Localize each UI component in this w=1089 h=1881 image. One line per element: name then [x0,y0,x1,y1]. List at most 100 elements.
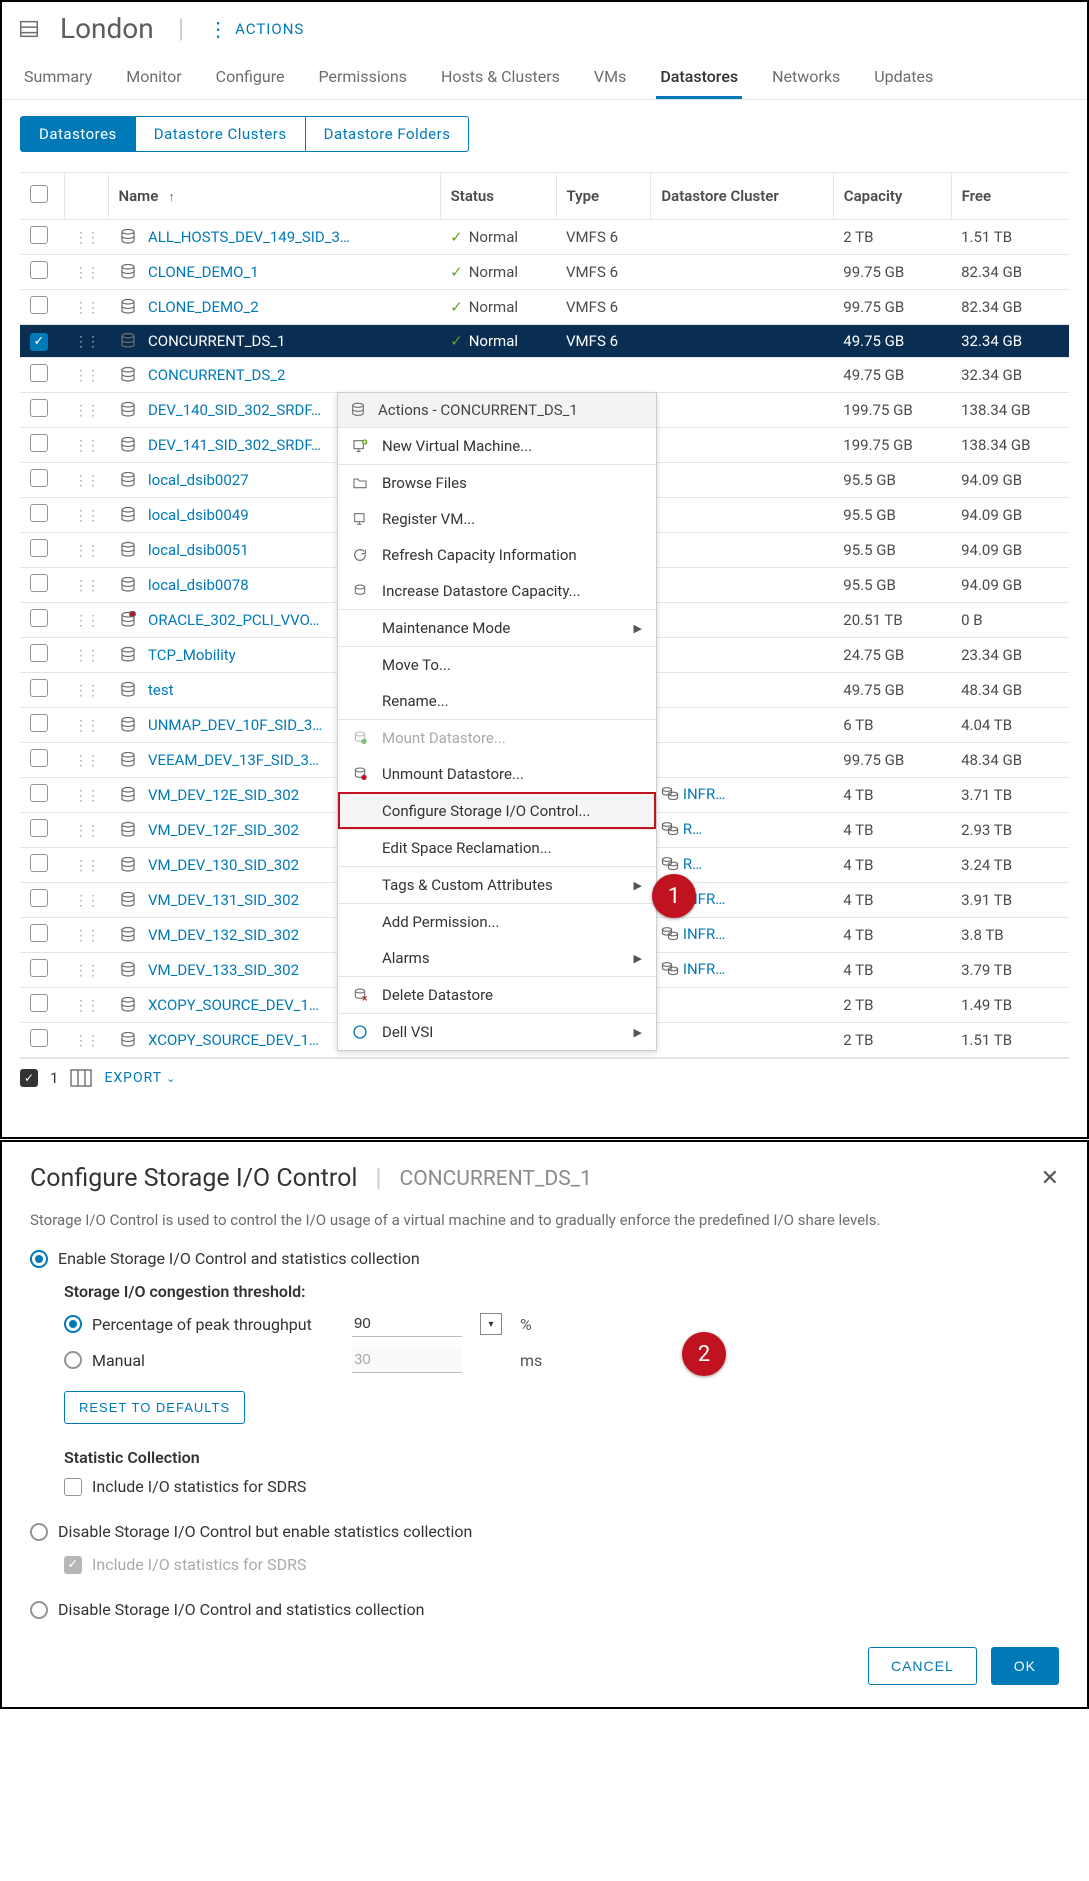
tab-hosts-clusters[interactable]: Hosts & Clusters [437,61,564,99]
row-checkbox[interactable] [30,644,48,662]
table-row[interactable]: ⋮⋮CLONE_DEMO_1✓NormalVMFS 699.75 GB82.34… [20,255,1069,290]
row-checkbox[interactable] [30,261,48,279]
actions-menu[interactable]: ⋮ ACTIONS [208,20,304,38]
drag-handle-icon[interactable]: ⋮⋮ [74,265,98,281]
subtab-datastore-folders[interactable]: Datastore Folders [306,116,470,152]
radio-threshold-manual[interactable] [64,1351,82,1369]
ctx-item-edit-space-reclamation[interactable]: Edit Space Reclamation... [338,829,656,866]
pct-input[interactable] [352,1311,462,1337]
row-checkbox[interactable] [30,994,48,1012]
ctx-item-configure-storage-i-o-control[interactable]: Configure Storage I/O Control... [338,792,656,829]
row-checkbox[interactable] [30,679,48,697]
datastore-link[interactable]: XCOPY_SOURCE_DEV_1… [148,1031,319,1049]
drag-handle-icon[interactable]: ⋮⋮ [74,858,98,874]
row-checkbox[interactable] [30,609,48,627]
drag-handle-icon[interactable]: ⋮⋮ [74,300,98,316]
drag-handle-icon[interactable]: ⋮⋮ [74,473,98,489]
row-checkbox[interactable] [30,819,48,837]
pct-stepper[interactable]: ▾ [480,1313,502,1335]
drag-handle-icon[interactable]: ⋮⋮ [74,893,98,909]
row-checkbox[interactable] [30,226,48,244]
datastore-link[interactable]: VM_DEV_12F_SID_302 [148,821,299,839]
row-checkbox[interactable] [30,924,48,942]
cancel-button[interactable]: CANCEL [868,1647,977,1685]
datastore-link[interactable]: XCOPY_SOURCE_DEV_1… [148,996,319,1014]
row-checkbox[interactable] [30,959,48,977]
tab-vms[interactable]: VMs [590,61,630,99]
include-sdrs-checkbox[interactable] [64,1478,82,1496]
col-type[interactable]: Type [556,173,651,220]
tab-summary[interactable]: Summary [20,61,96,99]
datastore-link[interactable]: local_dsib0049 [148,506,249,524]
row-checkbox[interactable] [30,714,48,732]
row-checkbox[interactable] [30,574,48,592]
datastore-link[interactable]: VM_DEV_133_SID_302 [148,961,299,979]
tab-configure[interactable]: Configure [212,61,289,99]
tab-permissions[interactable]: Permissions [314,61,410,99]
tab-networks[interactable]: Networks [768,61,844,99]
ctx-item-tags-custom-attributes[interactable]: Tags & Custom Attributes▶ [338,866,656,903]
drag-handle-icon[interactable]: ⋮⋮ [74,753,98,769]
col-capacity[interactable]: Capacity [833,173,951,220]
drag-handle-icon[interactable]: ⋮⋮ [74,368,98,384]
table-row[interactable]: ⋮⋮CONCURRENT_DS_249.75 GB32.34 GB [20,358,1069,393]
radio-threshold-pct[interactable] [64,1315,82,1333]
datastore-link[interactable]: local_dsib0051 [148,541,249,559]
row-checkbox[interactable] [30,364,48,382]
drag-handle-icon[interactable]: ⋮⋮ [74,508,98,524]
select-all-checkbox[interactable] [30,185,48,203]
datastore-link[interactable]: CLONE_DEMO_2 [148,298,259,316]
cluster-link[interactable]: INFR… [661,925,725,943]
drag-handle-icon[interactable]: ⋮⋮ [74,438,98,454]
ctx-item-rename[interactable]: Rename... [338,683,656,719]
drag-handle-icon[interactable]: ⋮⋮ [74,334,98,350]
row-checkbox[interactable] [30,854,48,872]
datastore-link[interactable]: TCP_Mobility [148,646,236,664]
ctx-item-delete-datastore[interactable]: Delete Datastore [338,976,656,1013]
row-checkbox[interactable] [30,539,48,557]
datastore-link[interactable]: UNMAP_DEV_10F_SID_3… [148,716,322,734]
ctx-item-new-virtual-machine[interactable]: New Virtual Machine... [338,428,656,464]
ctx-item-register-vm[interactable]: Register VM... [338,501,656,537]
tab-monitor[interactable]: Monitor [122,61,185,99]
table-row[interactable]: ✓⋮⋮CONCURRENT_DS_1✓NormalVMFS 649.75 GB3… [20,325,1069,358]
subtab-datastore-clusters[interactable]: Datastore Clusters [136,116,306,152]
col-status[interactable]: Status [440,173,556,220]
drag-handle-icon[interactable]: ⋮⋮ [74,823,98,839]
cluster-link[interactable]: INFR… [661,960,725,978]
cluster-link[interactable]: R… [661,820,702,838]
col-cluster[interactable]: Datastore Cluster [651,173,833,220]
datastore-link[interactable]: VM_DEV_130_SID_302 [148,856,299,874]
ctx-item-move-to[interactable]: Move To... [338,646,656,683]
datastore-link[interactable]: CONCURRENT_DS_2 [148,366,285,384]
close-icon[interactable]: ✕ [1041,1166,1059,1191]
reset-defaults-button[interactable]: RESET TO DEFAULTS [64,1391,245,1424]
drag-handle-icon[interactable]: ⋮⋮ [74,998,98,1014]
drag-handle-icon[interactable]: ⋮⋮ [74,963,98,979]
row-checkbox[interactable] [30,296,48,314]
drag-handle-icon[interactable]: ⋮⋮ [74,683,98,699]
tab-updates[interactable]: Updates [870,61,937,99]
row-checkbox[interactable] [30,469,48,487]
ctx-item-refresh-capacity-information[interactable]: Refresh Capacity Information [338,537,656,573]
ctx-item-browse-files[interactable]: Browse Files [338,464,656,501]
datastore-link[interactable]: CONCURRENT_DS_1 [148,332,285,350]
row-checkbox[interactable] [30,749,48,767]
row-checkbox[interactable] [30,399,48,417]
ctx-item-unmount-datastore[interactable]: Unmount Datastore... [338,756,656,792]
ctx-item-maintenance-mode[interactable]: Maintenance Mode▶ [338,609,656,646]
export-link[interactable]: EXPORT⌄ [104,1070,176,1086]
radio-disable-enable-stats[interactable] [30,1523,48,1541]
table-row[interactable]: ⋮⋮CLONE_DEMO_2✓NormalVMFS 699.75 GB82.34… [20,290,1069,325]
radio-disable-all[interactable] [30,1601,48,1619]
ok-button[interactable]: OK [991,1647,1059,1685]
drag-handle-icon[interactable]: ⋮⋮ [74,648,98,664]
ctx-item-increase-datastore-capacity[interactable]: Increase Datastore Capacity... [338,573,656,609]
drag-handle-icon[interactable]: ⋮⋮ [74,928,98,944]
drag-handle-icon[interactable]: ⋮⋮ [74,718,98,734]
row-checkbox[interactable] [30,434,48,452]
datastore-link[interactable]: ALL_HOSTS_DEV_149_SID_3… [148,228,350,246]
radio-enable-sioc[interactable] [30,1250,48,1268]
col-free[interactable]: Free [951,173,1069,220]
datastore-link[interactable]: VM_DEV_131_SID_302 [148,891,299,909]
